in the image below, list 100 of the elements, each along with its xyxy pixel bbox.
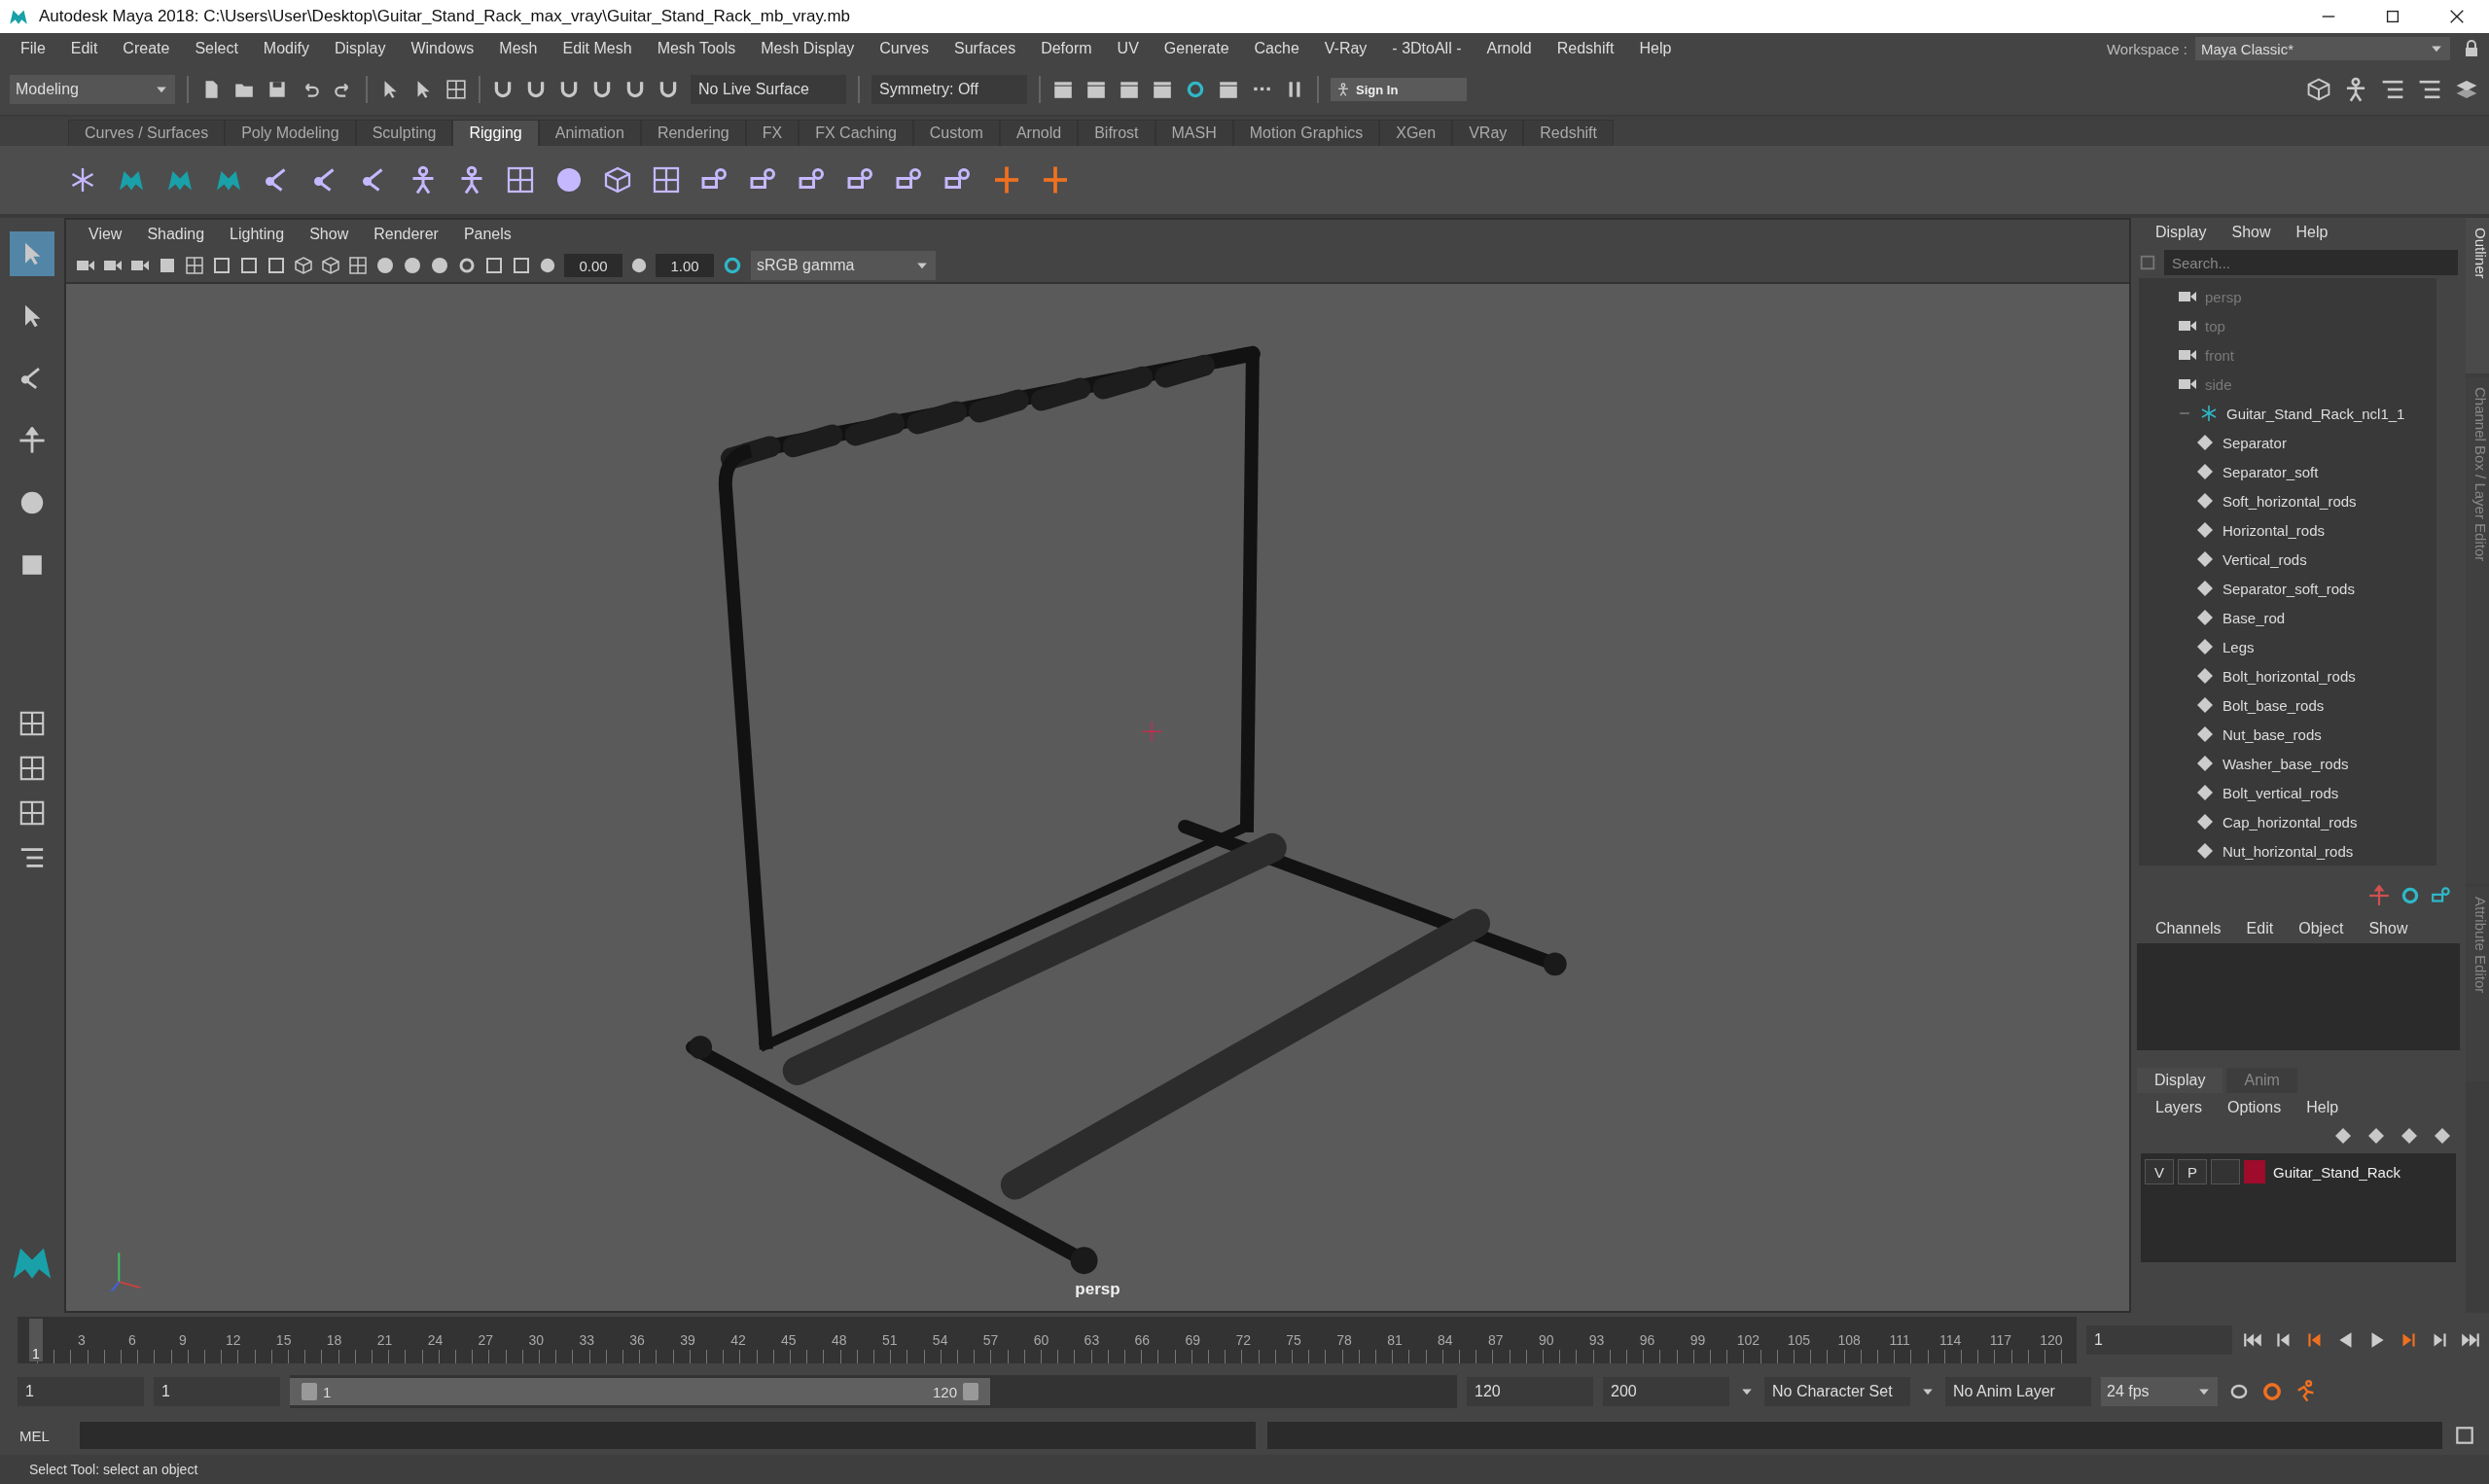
viewport-menu-item[interactable]: View — [76, 226, 135, 243]
menu-item[interactable]: Mesh — [486, 40, 551, 57]
visibility-toggle[interactable]: V — [2145, 1159, 2174, 1184]
current-frame-field[interactable]: 1 — [2086, 1325, 2232, 1355]
menu-item[interactable]: Create — [110, 40, 183, 57]
anim-layer-field[interactable]: No Anim Layer — [1945, 1377, 2091, 1406]
menu-item[interactable]: Modify — [250, 40, 322, 57]
viewport-menu-item[interactable]: Shading — [134, 226, 218, 243]
menu-item[interactable]: Windows — [398, 40, 487, 57]
outliner-item[interactable]: Bolt_base_rods — [2222, 696, 2325, 714]
ipr-render-icon[interactable] — [1119, 79, 1140, 100]
layer-menu-item[interactable]: Options — [2215, 1099, 2294, 1116]
menu-item[interactable]: Arnold — [1474, 40, 1545, 57]
outliner-item[interactable]: Nut_base_rods — [2222, 725, 2322, 743]
exposure-field[interactable]: 0.00 — [564, 254, 622, 277]
playback-toggle[interactable]: P — [2178, 1159, 2207, 1184]
outliner-item[interactable]: Separator_soft_rods — [2222, 580, 2355, 597]
cube-icon[interactable] — [321, 256, 340, 275]
menu-item[interactable]: - 3DtoAll - — [1379, 40, 1475, 57]
cube-icon[interactable] — [603, 165, 632, 194]
command-language-label[interactable]: MEL — [19, 1427, 68, 1444]
end-frame-field[interactable]: 200 — [1603, 1377, 1729, 1406]
menu-item[interactable]: Cache — [1241, 40, 1312, 57]
live-surface-field[interactable]: No Live Surface — [691, 75, 846, 104]
shelf-tab[interactable]: FX Caching — [799, 120, 913, 146]
symmetry-field[interactable]: Symmetry: Off — [871, 75, 1027, 104]
render-view-icon[interactable] — [1218, 79, 1239, 100]
snap-curve-icon[interactable] — [525, 79, 547, 100]
grid-icon[interactable] — [185, 256, 204, 275]
shelf-tab[interactable]: Animation — [538, 120, 641, 146]
start-frame-field[interactable]: 1 — [18, 1377, 144, 1406]
menu-item[interactable]: Generate — [1151, 40, 1242, 57]
outliner-side-tab[interactable]: Outliner — [2466, 218, 2489, 373]
outliner-item[interactable]: Washer_base_rods — [2222, 755, 2349, 772]
outliner-item[interactable]: Guitar_Stand_Rack_ncl1_1 — [2226, 405, 2405, 422]
menu-item[interactable]: Display — [322, 40, 399, 57]
outliner-item[interactable]: Separator_soft — [2222, 463, 2319, 480]
outliner-item[interactable]: Separator — [2222, 434, 2287, 451]
outliner-item[interactable]: Bolt_horizontal_rods — [2222, 667, 2356, 685]
range-end-handle[interactable] — [963, 1383, 978, 1400]
range-start-handle[interactable] — [302, 1383, 317, 1400]
outliner-item[interactable]: Soft_horizontal_rods — [2222, 492, 2357, 510]
shelf-tab[interactable]: Curves / Surfaces — [68, 120, 226, 146]
four-view-icon[interactable] — [18, 755, 46, 782]
menu-item[interactable]: V-Ray — [1311, 40, 1380, 57]
menu-item[interactable]: Select — [182, 40, 251, 57]
outliner-item[interactable]: Cap_horizontal_rods — [2222, 813, 2358, 830]
menu-item[interactable]: Curves — [867, 40, 942, 57]
range-slider-track[interactable]: 1 120 — [290, 1375, 1457, 1408]
outliner-item[interactable]: Vertical_rods — [2222, 550, 2307, 568]
command-input[interactable] — [80, 1422, 1256, 1449]
plus-icon[interactable] — [1041, 165, 1070, 194]
channel-box-menu-item[interactable]: Channels — [2143, 920, 2234, 937]
render-settings-icon[interactable] — [1152, 79, 1173, 100]
outliner-menu-item[interactable]: Display — [2143, 224, 2220, 241]
shelf-tab[interactable]: Sculpting — [355, 120, 453, 146]
snap-grid-icon[interactable] — [492, 79, 514, 100]
menu-item[interactable]: Surfaces — [942, 40, 1029, 57]
character-set-field[interactable]: No Character Set — [1764, 1377, 1910, 1406]
menu-item[interactable]: Mesh Display — [748, 40, 868, 57]
shelf-tab[interactable]: Rigging — [452, 120, 539, 146]
plus-icon[interactable] — [992, 165, 1021, 194]
render-frame-icon[interactable] — [1085, 79, 1107, 100]
menu-item[interactable]: Mesh Tools — [644, 40, 749, 57]
menu-item[interactable]: Edit — [57, 40, 111, 57]
playback-end-field[interactable]: 120 — [1467, 1377, 1593, 1406]
outliner-menu-item[interactable]: Help — [2283, 224, 2341, 241]
menu-item[interactable]: Help — [1626, 40, 1685, 57]
cube-icon[interactable] — [294, 256, 313, 275]
time-slider[interactable]: 1 3 6 9 12 15 18 21 24 27 30 33 36 39 42 45 48 51 54 57 60 63 66 69 72 75 78 81 84 87 90 93 96 99 102 105 108 111 114 117 120 — [18, 1317, 2077, 1363]
playback-start-field[interactable]: 1 — [154, 1377, 280, 1406]
layer-menu-item[interactable]: Layers — [2143, 1099, 2216, 1116]
shelf-tab[interactable]: XGen — [1379, 120, 1453, 146]
render-history-icon[interactable] — [1052, 79, 1074, 100]
single-view-icon[interactable] — [18, 710, 46, 737]
shelf-tab[interactable]: Poly Modeling — [225, 120, 356, 146]
shelf-tab[interactable]: Bifrost — [1078, 120, 1156, 146]
save-icon[interactable] — [267, 79, 288, 100]
snap-surface-icon[interactable] — [624, 79, 646, 100]
user-icon[interactable] — [1336, 83, 1350, 96]
gamma-field[interactable]: 1.00 — [656, 254, 714, 277]
current-frame-marker[interactable]: 1 — [29, 1319, 43, 1361]
shelf-tab[interactable]: VRay — [1452, 120, 1524, 146]
snap-view-icon[interactable] — [591, 79, 613, 100]
display-type-toggle[interactable] — [2211, 1159, 2240, 1184]
move-tool-icon[interactable] — [18, 427, 46, 454]
menu-item[interactable]: UV — [1104, 40, 1152, 57]
search-field[interactable]: Search... — [2164, 250, 2458, 275]
sign-in-button[interactable]: Sign In — [1331, 78, 1467, 101]
outliner-item[interactable]: Base_rod — [2222, 609, 2286, 626]
snap-point-icon[interactable] — [558, 79, 580, 100]
shelf-tab[interactable]: MASH — [1155, 120, 1233, 146]
close-icon[interactable] — [2448, 8, 2466, 25]
menu-item[interactable]: Redshift — [1544, 40, 1627, 57]
shelf-tab[interactable]: Arnold — [999, 120, 1079, 146]
range-slider-fill[interactable] — [290, 1378, 990, 1405]
channel-box-menu-item[interactable]: Edit — [2233, 920, 2287, 937]
viewport-menu-item[interactable]: Lighting — [217, 226, 298, 243]
outliner-item[interactable]: Bolt_vertical_rods — [2222, 784, 2339, 801]
fps-dropdown[interactable]: 24 fps — [2101, 1377, 2218, 1406]
